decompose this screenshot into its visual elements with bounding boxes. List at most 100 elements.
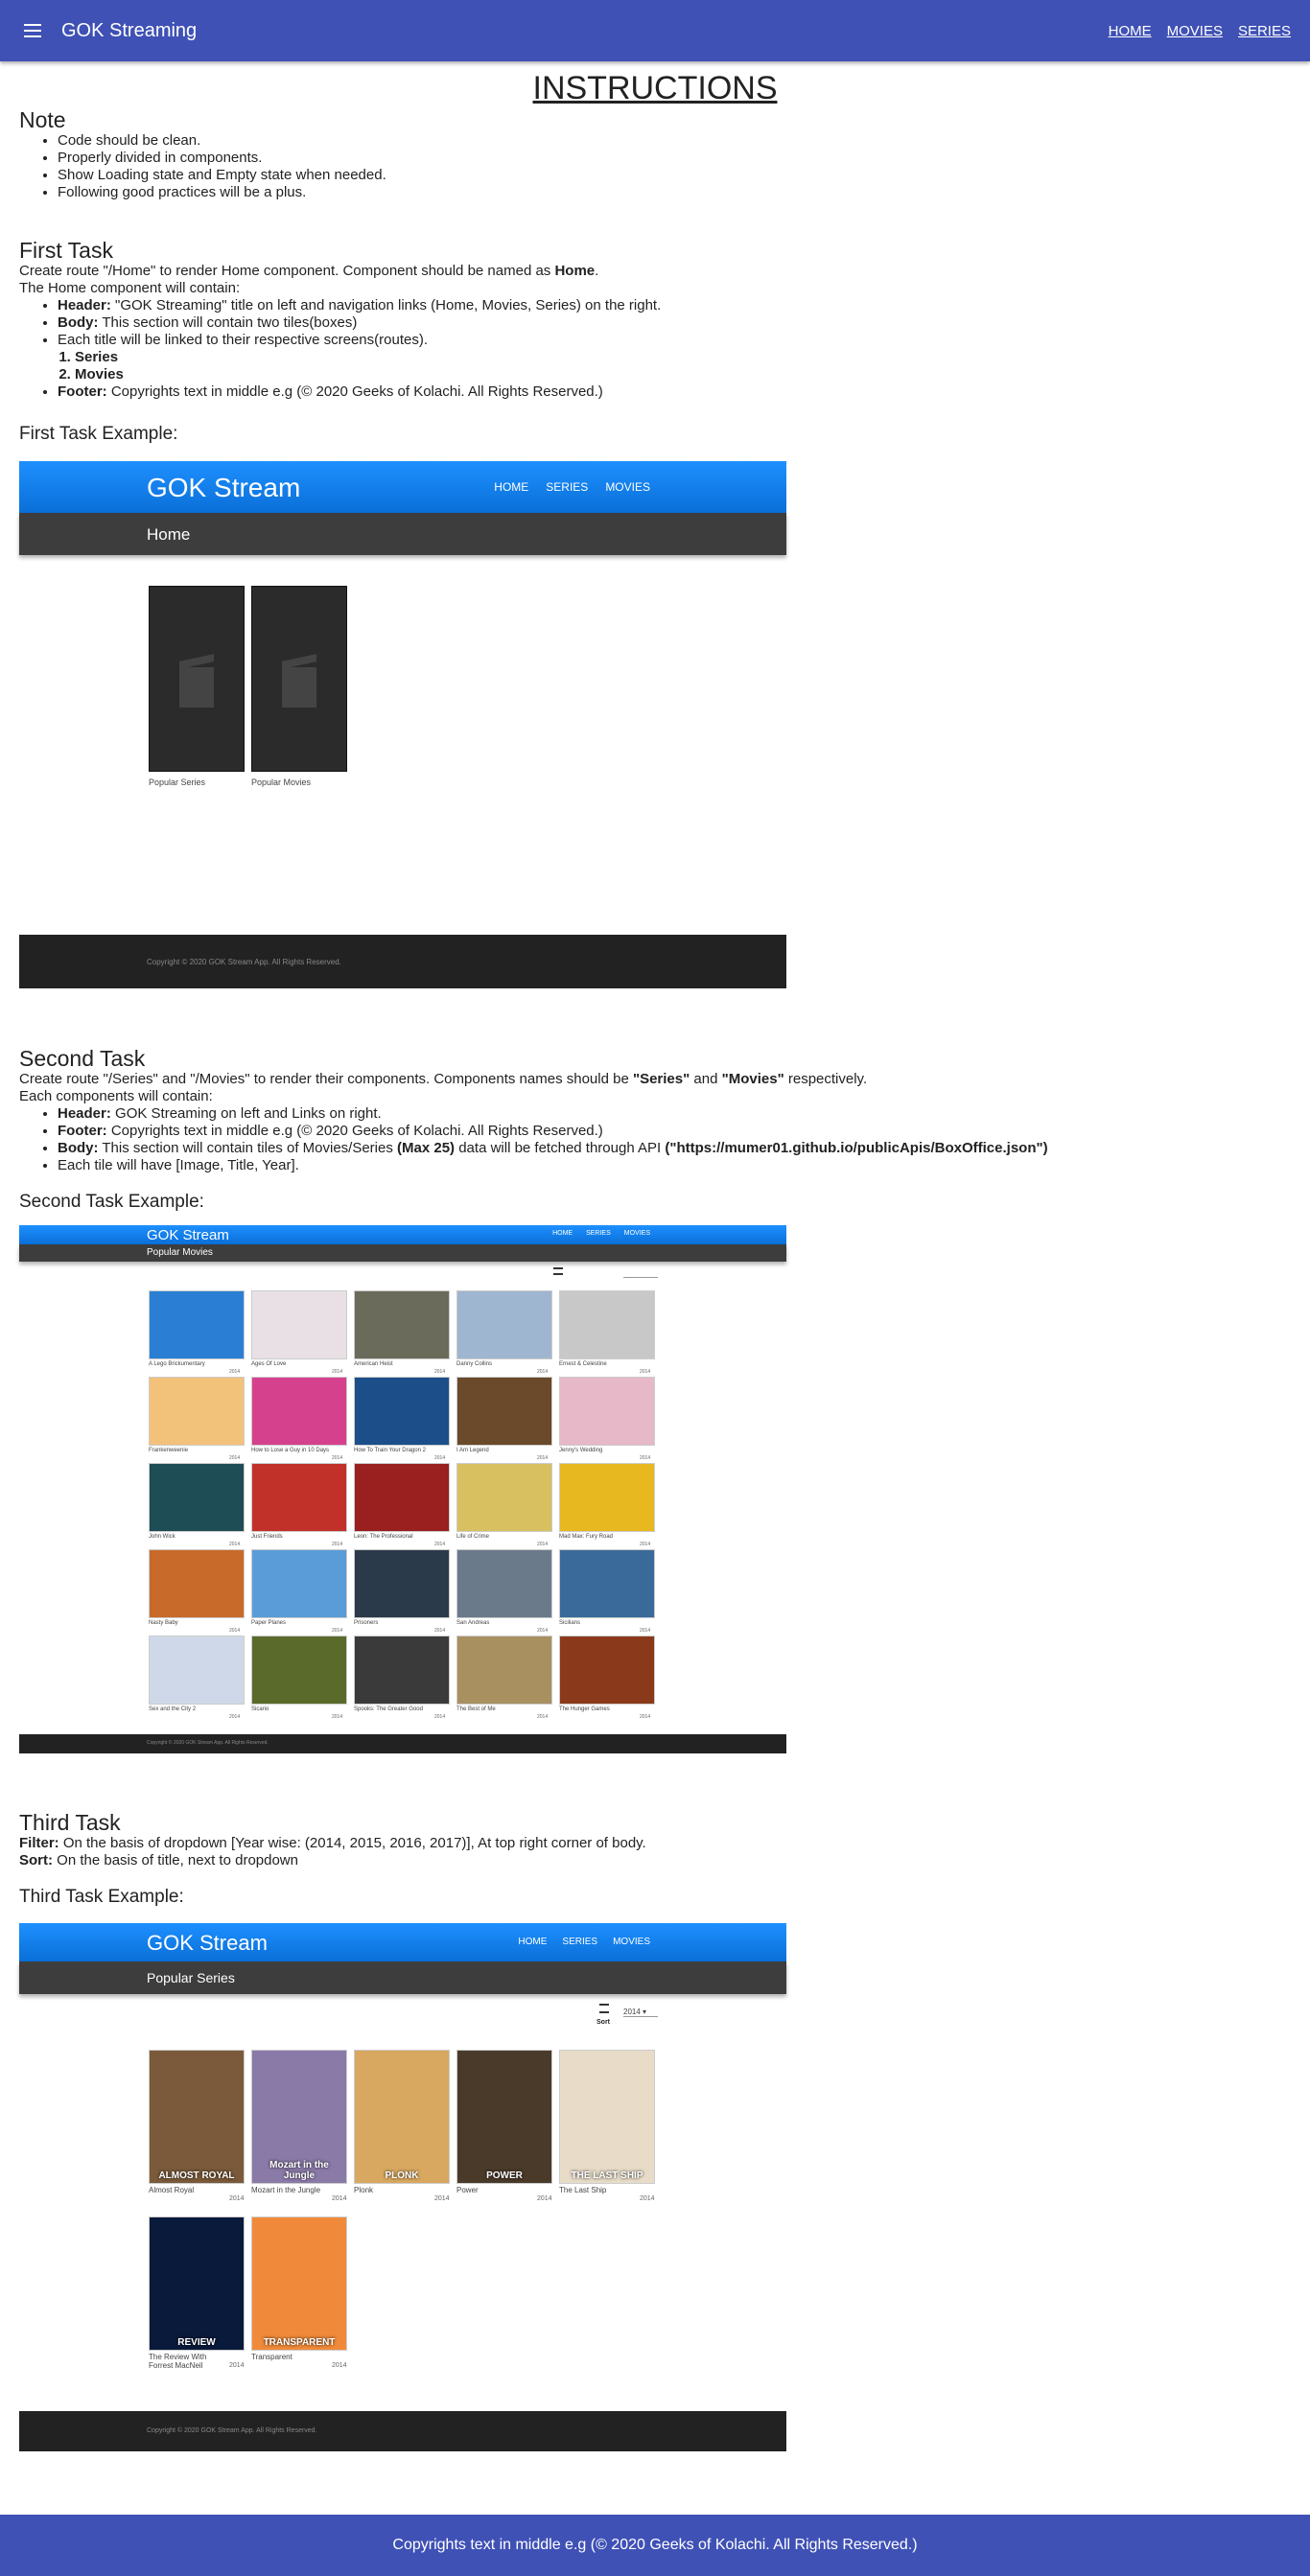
poster-title: Prisoners [354, 1620, 379, 1626]
poster-image[interactable] [354, 1290, 450, 1359]
third-task-sort: Sort: On the basis of title, next to dro… [19, 1852, 298, 1868]
page-footer: Copyrights text in middle e.g (© 2020 Ge… [0, 2515, 1310, 2576]
poster-title: I Am Legend [456, 1448, 489, 1453]
poster-year: 2014 [229, 2362, 245, 2369]
poster-image[interactable] [456, 1549, 552, 1618]
poster-image[interactable] [559, 1549, 655, 1618]
poster-text: TRANSPARENT [263, 2337, 336, 2348]
poster-year: 2014 [434, 1714, 446, 1720]
mock-footer: Copyright © 2020 GOK Stream App. All Rig… [19, 1734, 786, 1753]
poster-image[interactable] [149, 1377, 245, 1446]
third-task-filter: Filter: On the basis of dropdown [Year w… [19, 1835, 646, 1851]
poster-image[interactable]: THE LAST SHIP [559, 2050, 655, 2184]
poster-title: Frankenweenie [149, 1448, 189, 1453]
clapperboard-icon [179, 667, 214, 708]
poster-image[interactable] [251, 1290, 347, 1359]
app-bar: GOK Streaming HOME MOVIES SERIES [0, 0, 1310, 61]
mock-subheader: Home [19, 513, 786, 555]
poster-image[interactable]: ALMOST ROYAL [149, 2050, 245, 2184]
first-task-contains: The Home component will contain: [19, 280, 241, 296]
poster-title: American Heist [354, 1361, 393, 1367]
third-task-content: Third Task Filter: On the basis of dropd… [19, 1810, 1291, 1908]
year-dropdown: 2014 ▾ [623, 2007, 658, 2017]
third-task-heading: Third Task [19, 1810, 121, 1835]
poster-image[interactable] [354, 1463, 450, 1532]
mock-nav-link: SERIES [586, 1230, 611, 1237]
poster-year: 2014 [229, 1369, 241, 1375]
poster-year: 2014 [640, 1714, 651, 1720]
mock-nav-link: SERIES [546, 480, 589, 494]
poster-image[interactable] [149, 1290, 245, 1359]
first-task-heading: First Task [19, 238, 113, 263]
poster-title: Transparent [251, 2353, 292, 2361]
list-item: Body: This section will contain two tile… [58, 314, 1291, 332]
poster-image[interactable] [149, 1549, 245, 1618]
mock-nav-link: HOME [552, 1230, 573, 1237]
page-title: INSTRUCTIONS [532, 70, 778, 106]
second-task-list: Header: GOK Streaming on left and Links … [58, 1105, 1291, 1174]
poster-image[interactable] [354, 1636, 450, 1705]
poster-title: Ages Of Love [251, 1361, 287, 1367]
poster-image[interactable] [354, 1549, 450, 1618]
poster-image[interactable]: PLONK [354, 2050, 450, 2184]
poster-image[interactable] [251, 1377, 347, 1446]
nav-home-link[interactable]: HOME [1109, 23, 1152, 39]
poster-image[interactable]: REVIEW [149, 2216, 245, 2351]
poster-image[interactable] [149, 1636, 245, 1705]
tile-caption: Popular Movies [251, 777, 312, 787]
poster-image[interactable]: POWER [456, 2050, 552, 2184]
poster-image[interactable] [251, 1549, 347, 1618]
list-item: Show Loading state and Empty state when … [58, 167, 1291, 184]
mock-brand: GOK Stream [147, 1931, 268, 1955]
poster-title: Sicario [251, 1706, 269, 1712]
sort-icon [553, 1267, 563, 1275]
first-task-sublist: Series Movies [75, 349, 1291, 383]
poster-image[interactable] [354, 1377, 450, 1446]
mock-nav-link: MOVIES [605, 480, 650, 494]
mock-footer-text: Copyright © 2020 GOK Stream App. All Rig… [147, 1740, 269, 1746]
mock-subheader: Popular Series [19, 1961, 786, 1994]
poster-image[interactable] [251, 1463, 347, 1532]
mock-nav-link: MOVIES [613, 1937, 650, 1947]
poster-image[interactable] [456, 1377, 552, 1446]
poster-image[interactable]: Mozart in the Jungle [251, 2050, 347, 2184]
popular-movies-tile [251, 586, 347, 772]
poster-image[interactable] [559, 1463, 655, 1532]
second-task-intro: Create route "/Series" and "/Movies" to … [19, 1071, 868, 1087]
mock-nav-link: HOME [494, 480, 529, 494]
list-item: Footer: Copyrights text in middle e.g (©… [58, 383, 1291, 401]
list-item: Each title will be linked to their respe… [58, 332, 1291, 349]
mock-header: GOK Stream HOME SERIES MOVIES [19, 1923, 786, 1961]
menu-icon[interactable] [19, 17, 46, 44]
year-dropdown-value: 2014 [623, 2007, 641, 2016]
poster-year: 2014 [332, 2195, 347, 2202]
poster-image[interactable] [559, 1290, 655, 1359]
poster-image[interactable] [559, 1636, 655, 1705]
list-item: Header: "GOK Streaming" title on left an… [58, 297, 1291, 314]
poster-text: PLONK [385, 2170, 419, 2181]
poster-image[interactable]: TRANSPARENT [251, 2216, 347, 2351]
poster-title: Paper Planes [251, 1620, 287, 1626]
nav-movies-link[interactable]: MOVIES [1167, 23, 1223, 39]
list-item: Following good practices will be a plus. [58, 184, 1291, 201]
poster-year: 2014 [434, 2195, 450, 2202]
poster-title: Just Friends [251, 1534, 283, 1540]
mock-header: GOK Stream HOME SERIES MOVIES [19, 1225, 786, 1244]
poster-title: Sex and the City 2 [149, 1706, 197, 1712]
poster-year: 2014 [332, 1369, 343, 1375]
poster-image[interactable] [456, 1463, 552, 1532]
mock-subheader: Popular Movies [19, 1244, 786, 1262]
nav-series-link[interactable]: SERIES [1238, 23, 1291, 39]
poster-title: Plonk [354, 2186, 374, 2194]
poster-image[interactable] [559, 1377, 655, 1446]
year-dropdown [623, 1277, 658, 1278]
poster-year: 2014 [537, 1455, 549, 1461]
poster-year: 2014 [537, 2195, 552, 2202]
poster-image[interactable] [456, 1636, 552, 1705]
poster-image[interactable] [149, 1463, 245, 1532]
mock-nav-link: SERIES [562, 1937, 598, 1947]
poster-year: 2014 [434, 1455, 446, 1461]
poster-image[interactable] [251, 1636, 347, 1705]
poster-year: 2014 [434, 1542, 446, 1547]
poster-image[interactable] [456, 1290, 552, 1359]
